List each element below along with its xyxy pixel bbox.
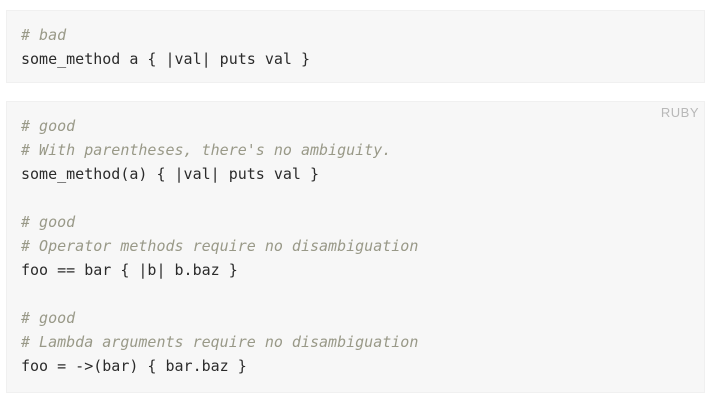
code-line-comment: # good	[21, 117, 76, 135]
code-line: some_method(a) { |val| puts val }	[21, 165, 320, 183]
code-line-comment: # bad	[21, 26, 67, 44]
code-line-comment: # good	[21, 309, 76, 327]
code-line-comment: # Operator methods require no disambigua…	[21, 237, 419, 255]
code-lines: # good # With parentheses, there's no am…	[21, 114, 418, 378]
language-label: RUBY	[660, 105, 699, 120]
code-line-comment: # good	[21, 213, 76, 231]
code-line-comment: # With parentheses, there's no ambiguity…	[21, 141, 392, 159]
code-block-bad: # bad some_method a { |val| puts val }	[6, 10, 705, 83]
code-lines: # bad some_method a { |val| puts val }	[21, 23, 310, 71]
code-block-good: RUBY # good # With parentheses, there's …	[6, 101, 705, 393]
code-line: some_method a { |val| puts val }	[21, 50, 310, 68]
code-line: foo == bar { |b| b.baz }	[21, 261, 238, 279]
code-line-comment: # Lambda arguments require no disambigua…	[21, 333, 419, 351]
code-line: foo = ->(bar) { bar.baz }	[21, 357, 247, 375]
